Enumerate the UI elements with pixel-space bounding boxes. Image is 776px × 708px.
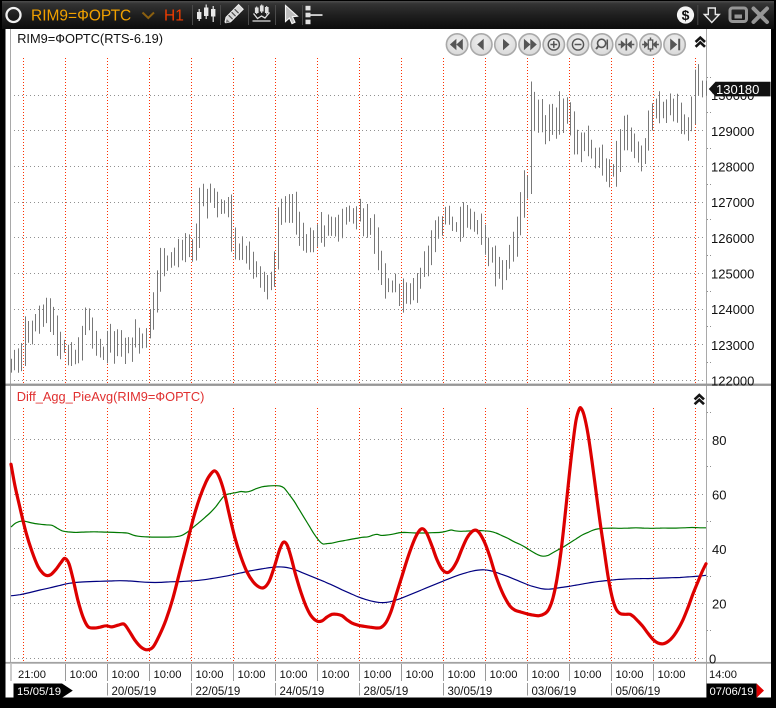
svg-text:28/05/19: 28/05/19 [364,686,409,698]
svg-text:10:00: 10:00 [658,669,686,681]
svg-text:14:00: 14:00 [709,669,737,681]
svg-text:130180: 130180 [716,82,759,97]
svg-text:60: 60 [712,487,726,502]
svg-text:10:00: 10:00 [70,669,98,681]
svg-text:127000: 127000 [711,195,754,210]
svg-text:122000: 122000 [711,374,754,389]
svg-text:10:00: 10:00 [154,669,182,681]
svg-text:07/06/19: 07/06/19 [710,686,754,698]
svg-text:10:00: 10:00 [280,669,308,681]
svg-text:10:00: 10:00 [448,669,476,681]
svg-text:21:00: 21:00 [18,669,46,681]
svg-text:$: $ [682,7,690,23]
svg-text:20: 20 [712,597,726,612]
svg-text:123000: 123000 [711,338,754,353]
svg-text:03/06/19: 03/06/19 [532,686,577,698]
svg-text:H1: H1 [164,7,184,24]
svg-text:24/05/19: 24/05/19 [280,686,325,698]
svg-text:15/05/19: 15/05/19 [17,686,61,698]
svg-text:05/06/19: 05/06/19 [616,686,661,698]
svg-text:20/05/19: 20/05/19 [112,686,157,698]
svg-text:10:00: 10:00 [406,669,434,681]
svg-text:10:00: 10:00 [532,669,560,681]
svg-text:30/05/19: 30/05/19 [448,686,493,698]
svg-text:10:00: 10:00 [364,669,392,681]
svg-text:10:00: 10:00 [196,669,224,681]
svg-text:10:00: 10:00 [238,669,266,681]
svg-text:22/05/19: 22/05/19 [196,686,241,698]
svg-text:10:00: 10:00 [322,669,350,681]
svg-text:128000: 128000 [711,160,754,175]
svg-text:125000: 125000 [711,267,754,282]
svg-text:Diff_Agg_PieAvg(RIM9=ФОРТС): Diff_Agg_PieAvg(RIM9=ФОРТС) [17,389,205,404]
svg-text:10:00: 10:00 [490,669,518,681]
svg-text:129000: 129000 [711,124,754,139]
svg-text:10:00: 10:00 [616,669,644,681]
svg-text:10:00: 10:00 [112,669,140,681]
svg-text:RIM9=ФОРТС: RIM9=ФОРТС [31,7,131,24]
svg-text:0: 0 [709,651,716,666]
svg-text:126000: 126000 [711,231,754,246]
svg-text:124000: 124000 [711,302,754,317]
svg-text:40: 40 [712,542,726,557]
svg-text:RIM9=ФОРТС(RTS-6.19): RIM9=ФОРТС(RTS-6.19) [17,31,163,46]
svg-text:10:00: 10:00 [574,669,602,681]
svg-text:80: 80 [712,433,726,448]
